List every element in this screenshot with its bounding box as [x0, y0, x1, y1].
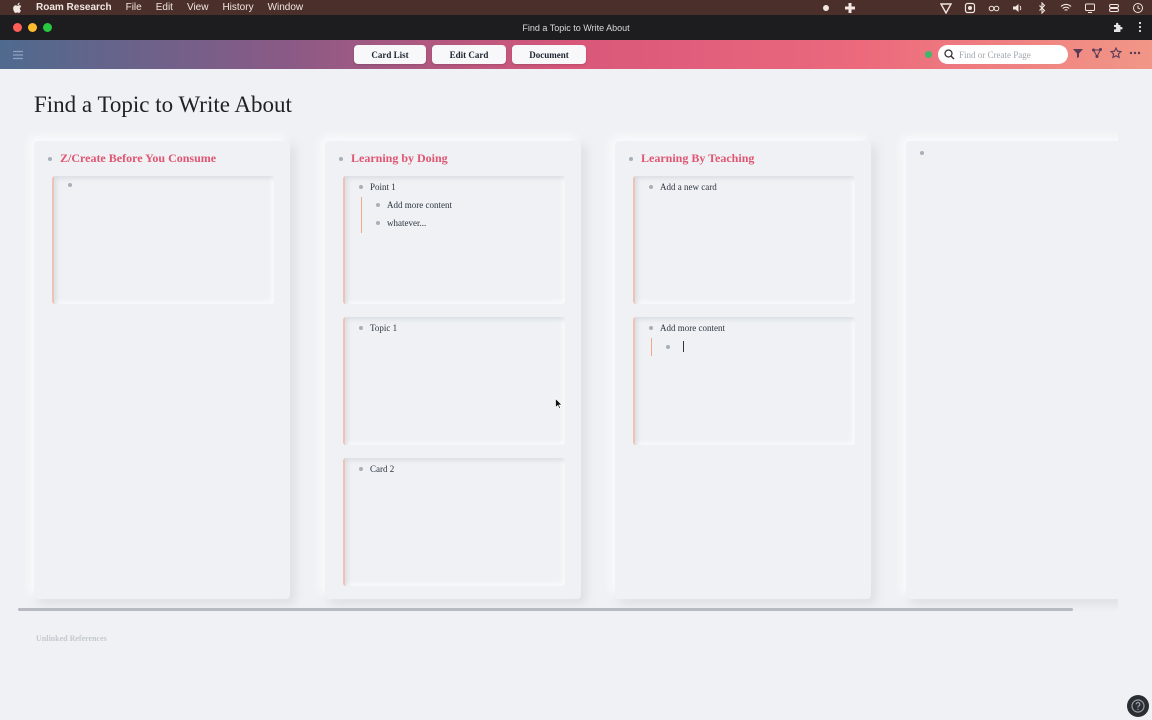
help-button[interactable] — [1127, 695, 1149, 717]
child-block-editing[interactable] — [666, 341, 684, 352]
screenshot-tool-icon[interactable] — [964, 2, 976, 14]
graph-icon[interactable] — [1091, 47, 1103, 59]
column-header[interactable] — [920, 151, 932, 155]
block[interactable]: Add more content — [649, 323, 725, 333]
topbar-tools — [1072, 47, 1141, 59]
star-icon[interactable] — [1110, 47, 1122, 59]
child-block[interactable]: whatever... — [376, 218, 426, 228]
question-icon — [1131, 699, 1145, 713]
bullet-icon[interactable] — [920, 151, 924, 155]
block-text[interactable]: Point 1 — [370, 182, 396, 192]
horizontal-scrollbar[interactable] — [18, 608, 1073, 611]
unlinked-references-toggle[interactable]: Unlinked References — [36, 634, 107, 643]
view-mode-switcher: Card List Edit Card Document — [354, 45, 586, 64]
block-text[interactable]: Add more content — [660, 323, 725, 333]
bullet-icon[interactable] — [649, 326, 653, 330]
bluetooth-icon[interactable] — [1036, 1, 1048, 14]
kanban-column: Learning by Doing Point 1 Add more conte… — [325, 141, 581, 599]
menu-file[interactable]: File — [126, 2, 142, 13]
block[interactable]: Card 2 — [359, 464, 394, 474]
search-box[interactable] — [938, 45, 1068, 64]
card-list-view-button[interactable]: Card List — [354, 45, 426, 64]
page-title: Find a Topic to Write About — [34, 92, 292, 117]
apple-icon[interactable] — [12, 2, 24, 14]
window-title-bar: Find a Topic to Write About — [0, 15, 1152, 40]
bullet-icon[interactable] — [376, 203, 380, 207]
display-icon[interactable] — [1084, 2, 1096, 14]
bullet-icon[interactable] — [48, 156, 52, 161]
column-title[interactable]: Z/Create Before You Consume — [60, 151, 216, 166]
bullet-icon[interactable] — [339, 156, 343, 161]
window-title: Find a Topic to Write About — [522, 23, 630, 33]
wifi-icon[interactable] — [1060, 2, 1072, 14]
block[interactable]: Add a new card — [649, 182, 717, 192]
kanban-card[interactable]: Add a new card — [633, 176, 855, 304]
search-input[interactable] — [959, 49, 1063, 60]
kanban-board: Z/Create Before You Consume Learning by … — [18, 131, 1118, 611]
block-text[interactable]: whatever... — [387, 218, 426, 228]
mouse-pointer-icon — [555, 398, 563, 410]
block[interactable]: Point 1 — [359, 182, 396, 192]
edit-card-view-button[interactable]: Edit Card — [432, 45, 506, 64]
column-header[interactable]: Z/Create Before You Consume — [48, 151, 216, 166]
macos-menu-bar: Roam Research File Edit View History Win… — [0, 0, 1152, 15]
bullet-icon[interactable] — [666, 344, 670, 349]
bullet-icon[interactable] — [649, 185, 653, 189]
recording-dot-icon[interactable] — [820, 2, 832, 14]
filter-icon[interactable] — [1072, 47, 1084, 59]
block[interactable]: Topic 1 — [359, 323, 397, 333]
bullet-icon[interactable] — [68, 183, 72, 187]
app-top-bar: Card List Edit Card Document — [0, 40, 1152, 69]
block-text[interactable]: Add more content — [387, 200, 452, 210]
kanban-card[interactable]: Add more content — [633, 317, 855, 445]
bullet-icon[interactable] — [376, 221, 380, 225]
block-children-thread — [361, 197, 362, 233]
kanban-card[interactable]: Topic 1 — [343, 317, 565, 445]
clock-icon[interactable] — [1132, 2, 1144, 14]
kanban-column — [906, 141, 1118, 599]
block-text[interactable]: Card 2 — [370, 464, 394, 474]
more-horizontal-icon[interactable] — [1129, 47, 1141, 59]
column-header[interactable]: Learning By Teaching — [629, 151, 754, 166]
menu-app-name[interactable]: Roam Research — [36, 2, 112, 13]
menu-bar-status-icons — [820, 0, 1144, 15]
control-center-icon[interactable] — [1108, 2, 1120, 14]
kanban-card[interactable] — [52, 176, 274, 304]
search-icon — [944, 49, 955, 60]
volume-icon[interactable] — [1012, 2, 1024, 14]
bullet-icon[interactable] — [359, 467, 363, 471]
bullet-icon[interactable] — [359, 185, 363, 189]
column-title[interactable]: Learning By Teaching — [641, 151, 754, 166]
kanban-card[interactable]: Point 1 Add more content whatever... — [343, 176, 565, 304]
more-vertical-icon[interactable] — [1138, 21, 1142, 33]
menu-view[interactable]: View — [187, 2, 209, 13]
column-header[interactable]: Learning by Doing — [339, 151, 448, 166]
bullet-icon[interactable] — [629, 156, 633, 161]
vpn-icon[interactable] — [940, 2, 952, 14]
menu-edit[interactable]: Edit — [156, 2, 173, 13]
column-title[interactable]: Learning by Doing — [351, 151, 448, 166]
glasses-icon[interactable] — [988, 2, 1000, 14]
menu-window[interactable]: Window — [268, 2, 304, 13]
block-text[interactable]: Add a new card — [660, 182, 717, 192]
extensions-puzzle-icon[interactable] — [1112, 21, 1124, 33]
menu-history[interactable]: History — [222, 2, 253, 13]
kanban-column: Z/Create Before You Consume — [34, 141, 290, 599]
document-view-button[interactable]: Document — [512, 45, 586, 64]
sync-status-indicator — [925, 51, 932, 58]
text-caret — [683, 341, 684, 352]
kanban-column: Learning By Teaching Add a new card Add … — [615, 141, 871, 599]
gamepad-icon[interactable] — [844, 2, 856, 14]
block-children-thread — [651, 338, 652, 356]
kanban-card[interactable]: Card 2 — [343, 458, 565, 586]
sidebar-menu-icon[interactable] — [12, 50, 24, 60]
bullet-icon[interactable] — [359, 326, 363, 330]
window-toolbar-icons — [1112, 21, 1142, 33]
block-text[interactable]: Topic 1 — [370, 323, 397, 333]
block[interactable] — [68, 183, 79, 187]
child-block[interactable]: Add more content — [376, 200, 452, 210]
